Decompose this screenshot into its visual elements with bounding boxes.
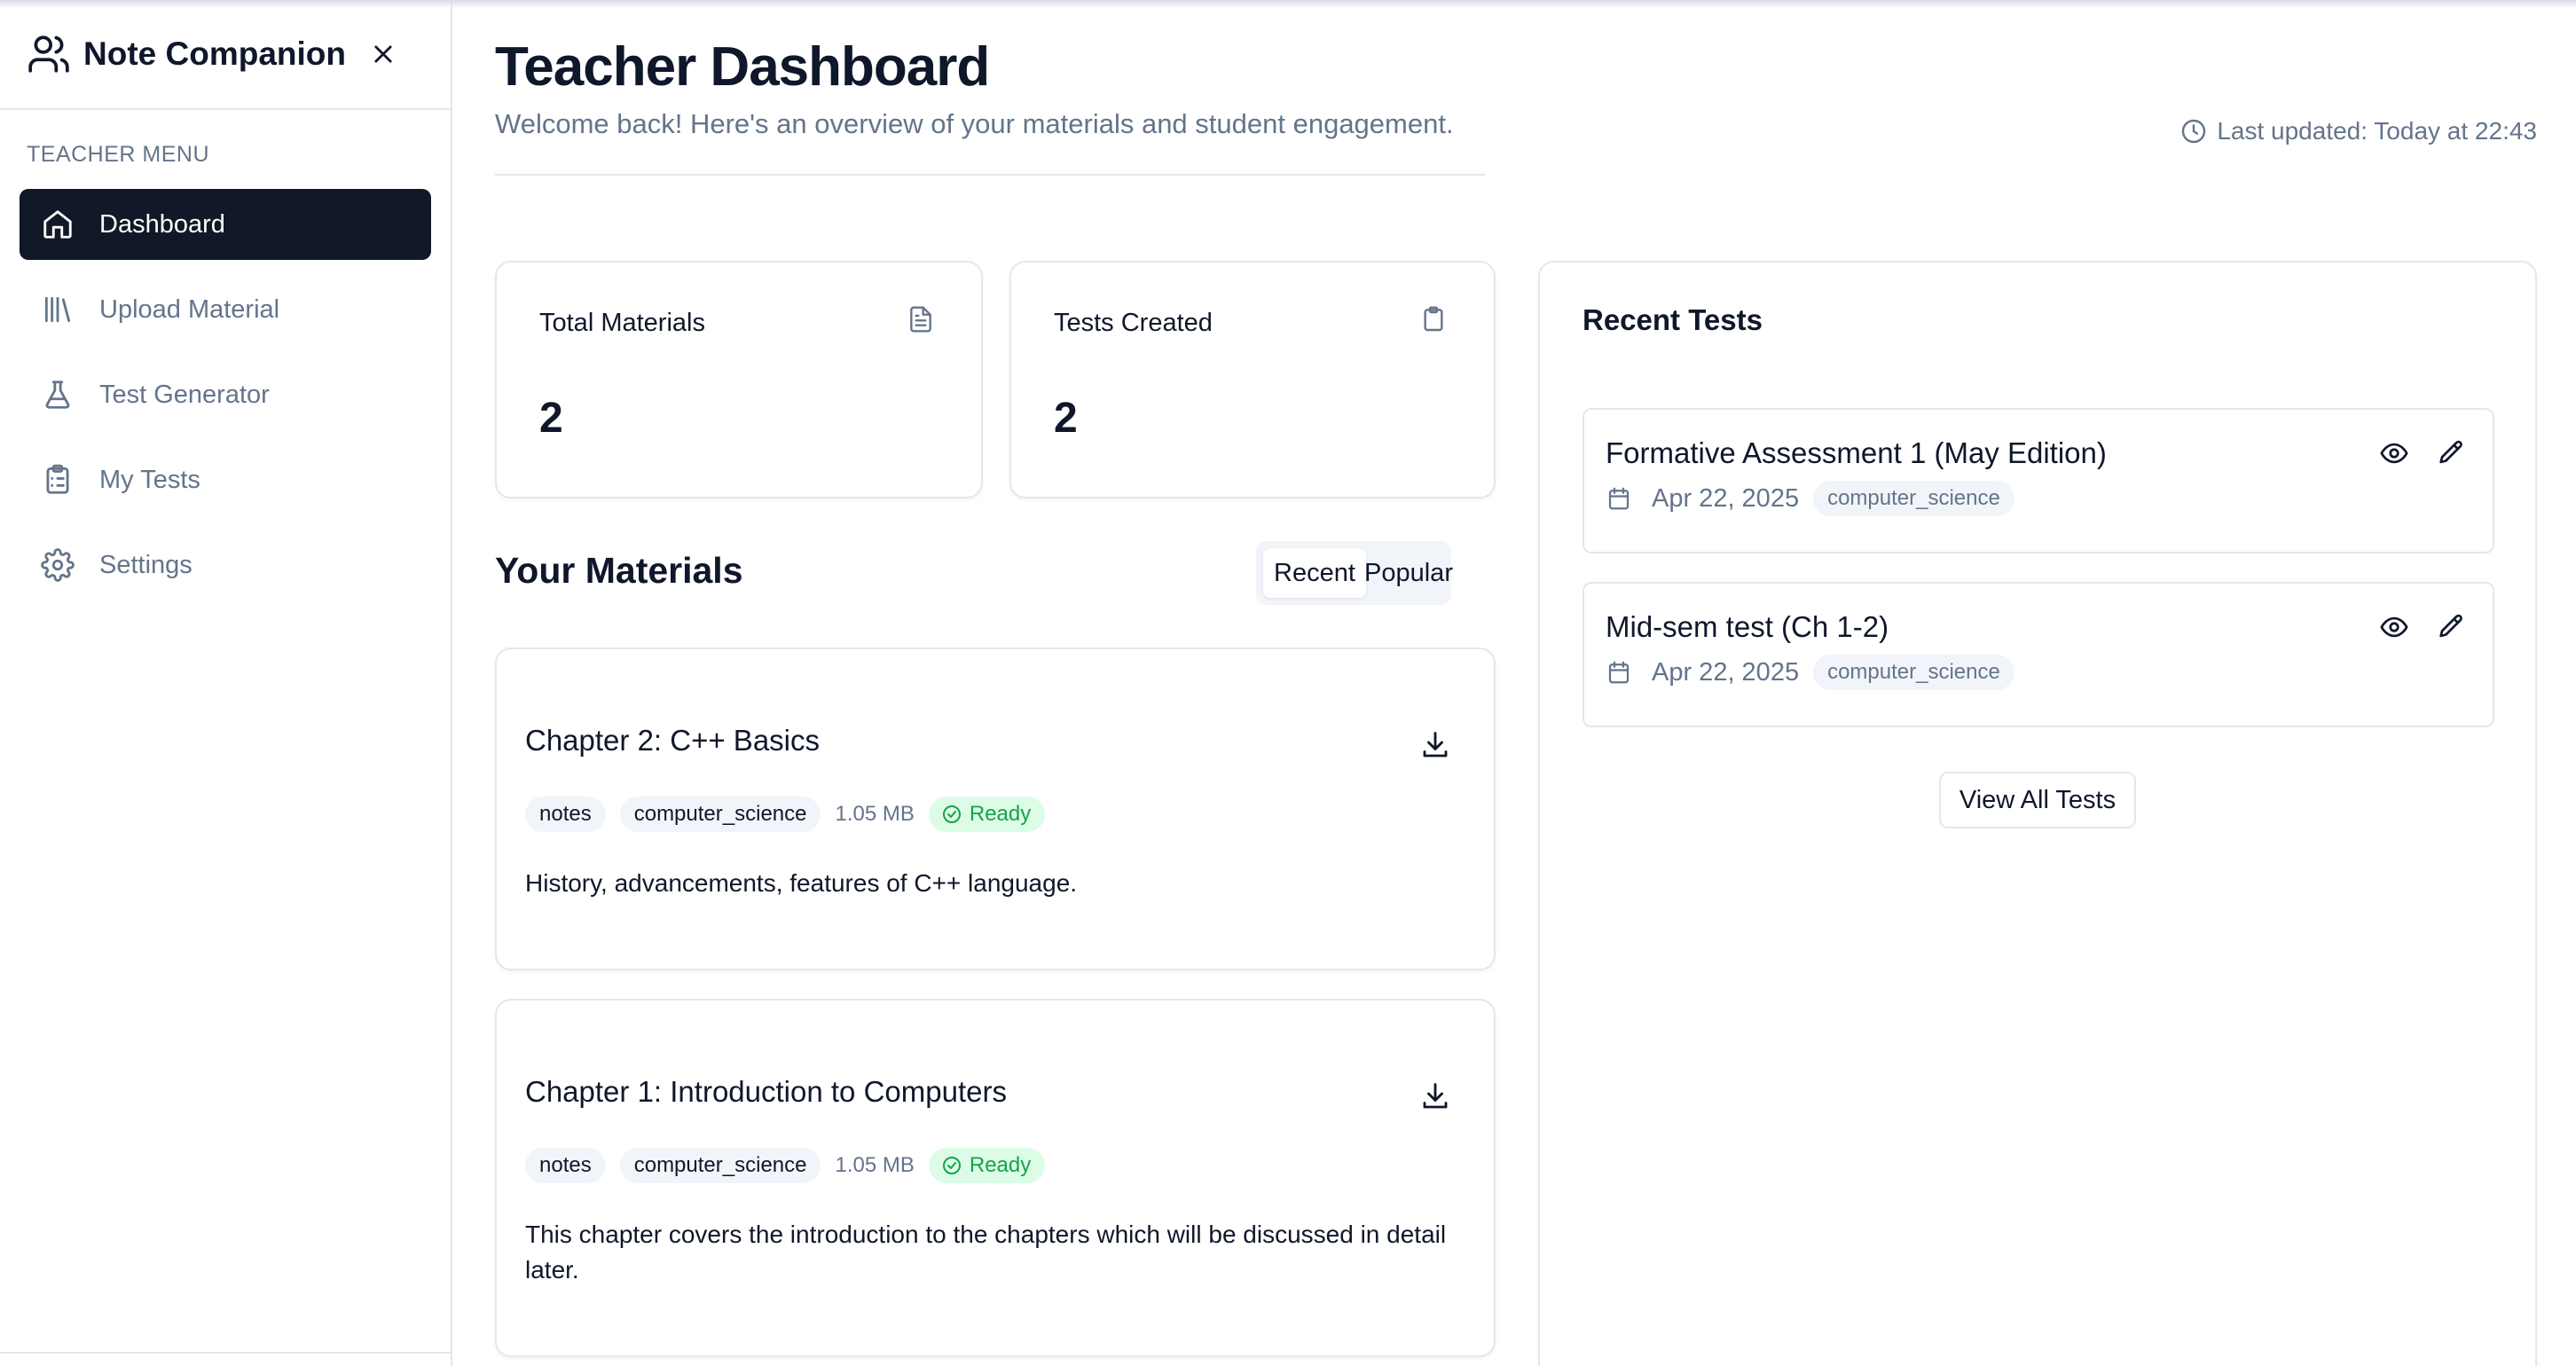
title-divider xyxy=(495,174,1485,176)
test-item[interactable]: Mid-sem test (Ch 1-2) Apr 22, 2025 compu… xyxy=(1583,582,2494,727)
file-size: 1.05 MB xyxy=(835,802,915,826)
material-title: Chapter 2: C++ Basics xyxy=(525,724,820,757)
sidebar-item-label: Dashboard xyxy=(99,209,225,239)
stat-card-total-materials: Total Materials 2 xyxy=(495,261,983,499)
pencil-icon[interactable] xyxy=(2436,612,2466,642)
sidebar-item-label: My Tests xyxy=(99,465,200,494)
test-name: Formative Assessment 1 (May Edition) xyxy=(1606,436,2107,469)
gear-icon xyxy=(41,548,75,582)
material-tags: notes computer_science 1.05 MB Ready xyxy=(525,797,1046,832)
eye-icon[interactable] xyxy=(2379,438,2409,468)
stat-label: Total Materials xyxy=(539,309,705,337)
close-icon[interactable] xyxy=(371,42,396,67)
sidebar-footer-divider xyxy=(0,1352,451,1354)
test-item[interactable]: Formative Assessment 1 (May Edition) Apr… xyxy=(1583,408,2494,553)
menu-label: TEACHER MENU xyxy=(27,142,210,167)
test-name: Mid-sem test (Ch 1-2) xyxy=(1606,610,1889,643)
clock-icon xyxy=(2182,119,2206,144)
tag: notes xyxy=(525,797,606,832)
status-text: Ready xyxy=(969,1153,1032,1177)
stat-value: 2 xyxy=(539,395,563,442)
view-all-tests-button[interactable]: View All Tests xyxy=(1939,772,2136,828)
sidebar-item-settings[interactable]: Settings xyxy=(20,530,431,601)
material-tags: notes computer_science 1.05 MB Ready xyxy=(525,1148,1046,1183)
calendar-icon xyxy=(1608,487,1630,510)
recent-tests-panel: Recent Tests Formative Assessment 1 (May… xyxy=(1538,261,2537,1366)
pencil-icon[interactable] xyxy=(2436,438,2466,468)
eye-icon[interactable] xyxy=(2379,612,2409,642)
tag: computer_science xyxy=(619,797,821,832)
status-text: Ready xyxy=(969,802,1032,826)
clipboard-icon xyxy=(1424,306,1443,332)
page-subtitle: Welcome back! Here's an overview of your… xyxy=(495,108,1454,139)
material-card[interactable]: Chapter 1: Introduction to Computers not… xyxy=(495,999,1496,1357)
main-content: Teacher Dashboard Welcome back! Here's a… xyxy=(452,0,2576,1366)
check-circle-icon xyxy=(942,1157,961,1174)
sidebar-item-upload-material[interactable]: Upload Material xyxy=(20,274,431,345)
check-circle-icon xyxy=(942,805,961,823)
test-meta: Apr 22, 2025 computer_science xyxy=(1606,481,2014,516)
clipboard-list-icon xyxy=(46,464,69,494)
status-badge: Ready xyxy=(928,1148,1046,1183)
materials-section-title: Your Materials xyxy=(495,550,743,591)
stat-value: 2 xyxy=(1054,395,1078,442)
materials-sort-toggle: Recent Popular xyxy=(1256,541,1453,605)
app-name: Note Companion xyxy=(83,35,346,72)
recent-tests-title: Recent Tests xyxy=(1583,303,1763,336)
download-icon[interactable] xyxy=(1419,729,1451,761)
stat-card-tests-created: Tests Created 2 xyxy=(1009,261,1496,499)
tag: computer_science xyxy=(619,1148,821,1183)
test-category: computer_science xyxy=(1813,481,2014,516)
home-icon xyxy=(43,210,72,239)
calendar-icon xyxy=(1608,661,1630,684)
sidebar-item-my-tests[interactable]: My Tests xyxy=(20,444,431,515)
tab-recent[interactable]: Recent xyxy=(1263,548,1366,598)
tab-popular[interactable]: Popular xyxy=(1364,548,1453,598)
library-icon xyxy=(44,296,71,323)
sidebar: Note Companion TEACHER MENU Dashboard Up… xyxy=(0,0,452,1366)
test-date: Apr 22, 2025 xyxy=(1652,483,1800,513)
brand-header: Note Companion xyxy=(0,0,451,110)
test-date: Apr 22, 2025 xyxy=(1652,657,1800,687)
sidebar-nav: Dashboard Upload Material Test Generator… xyxy=(0,189,451,601)
sidebar-item-dashboard[interactable]: Dashboard xyxy=(20,189,431,260)
status-badge: Ready xyxy=(928,797,1046,832)
sidebar-item-test-generator[interactable]: Test Generator xyxy=(20,359,431,430)
material-title: Chapter 1: Introduction to Computers xyxy=(525,1075,1007,1108)
top-shadow xyxy=(0,0,2576,9)
material-description: This chapter covers the introduction to … xyxy=(525,1221,1447,1284)
stat-label: Tests Created xyxy=(1054,309,1213,337)
test-meta: Apr 22, 2025 computer_science xyxy=(1606,655,2014,690)
sidebar-item-label: Upload Material xyxy=(99,294,280,324)
flask-icon xyxy=(45,381,70,409)
last-updated-text: Last updated: Today at 22:43 xyxy=(2217,117,2537,145)
material-card[interactable]: Chapter 2: C++ Basics notes computer_sci… xyxy=(495,648,1496,970)
last-updated: Last updated: Today at 22:43 xyxy=(2179,117,2537,145)
tag: notes xyxy=(525,1148,606,1183)
download-icon[interactable] xyxy=(1419,1080,1451,1112)
material-description: History, advancements, features of C++ l… xyxy=(525,869,1078,897)
sidebar-item-label: Test Generator xyxy=(99,380,270,409)
test-category: computer_science xyxy=(1813,655,2014,690)
users-icon xyxy=(28,35,69,73)
file-size: 1.05 MB xyxy=(835,1153,915,1177)
sidebar-item-label: Settings xyxy=(99,550,192,579)
page-title: Teacher Dashboard xyxy=(495,36,990,98)
file-text-icon xyxy=(910,306,931,333)
